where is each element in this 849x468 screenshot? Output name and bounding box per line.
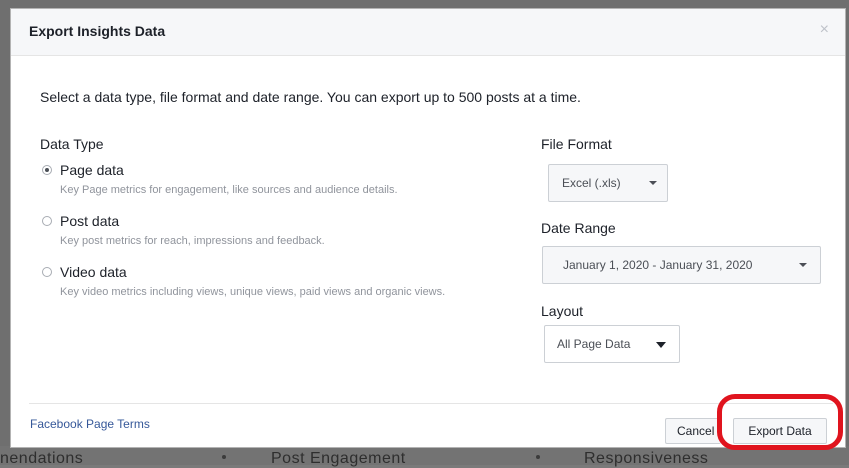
- background-dot: [536, 455, 540, 459]
- layout-heading: Layout: [541, 303, 584, 319]
- chevron-down-icon: [649, 181, 657, 185]
- layout-dropdown[interactable]: All Page Data: [544, 325, 680, 363]
- file-format-heading: File Format: [541, 136, 612, 152]
- cancel-button[interactable]: Cancel: [665, 418, 721, 444]
- background-dot: [222, 455, 226, 459]
- radio-description-video-data: Key video metrics including views, uniqu…: [60, 286, 446, 298]
- date-range-value: January 1, 2020 - January 31, 2020: [563, 258, 753, 272]
- radio-label-page-data[interactable]: Page data: [60, 162, 124, 178]
- background-tab-post-engagement: Post Engagement: [271, 450, 406, 467]
- export-insights-dialog: Export Insights Data × Select a data typ…: [10, 8, 846, 448]
- radio-label-post-data[interactable]: Post data: [60, 213, 119, 229]
- layout-value: All Page Data: [557, 337, 631, 351]
- radio-description-post-data: Key post metrics for reach, impressions …: [60, 235, 325, 247]
- close-icon[interactable]: ×: [820, 21, 829, 39]
- facebook-page-terms-link[interactable]: Facebook Page Terms: [30, 417, 150, 431]
- chevron-down-icon: [656, 342, 666, 348]
- dialog-header: Export Insights Data ×: [11, 9, 845, 56]
- radio-label-video-data[interactable]: Video data: [60, 264, 127, 280]
- date-range-heading: Date Range: [541, 220, 616, 236]
- date-range-dropdown[interactable]: January 1, 2020 - January 31, 2020: [542, 246, 821, 284]
- background-tab-responsiveness: Responsiveness: [584, 450, 709, 467]
- dialog-title: Export Insights Data: [29, 23, 166, 39]
- radio-button-video-data[interactable]: [42, 267, 52, 277]
- export-data-button[interactable]: Export Data: [733, 418, 827, 444]
- dialog-intro-text: Select a data type, file format and date…: [40, 89, 581, 105]
- background-tab-recommendations: nendations: [0, 450, 84, 467]
- data-type-heading: Data Type: [40, 136, 104, 152]
- radio-description-page-data: Key Page metrics for engagement, like so…: [60, 184, 398, 196]
- chevron-down-icon: [799, 263, 807, 267]
- radio-button-page-data[interactable]: [42, 165, 52, 175]
- file-format-value: Excel (.xls): [562, 176, 621, 190]
- file-format-dropdown[interactable]: Excel (.xls): [548, 164, 668, 202]
- radio-button-post-data[interactable]: [42, 216, 52, 226]
- background-nav-strip: [0, 446, 849, 465]
- footer-divider: [29, 403, 833, 404]
